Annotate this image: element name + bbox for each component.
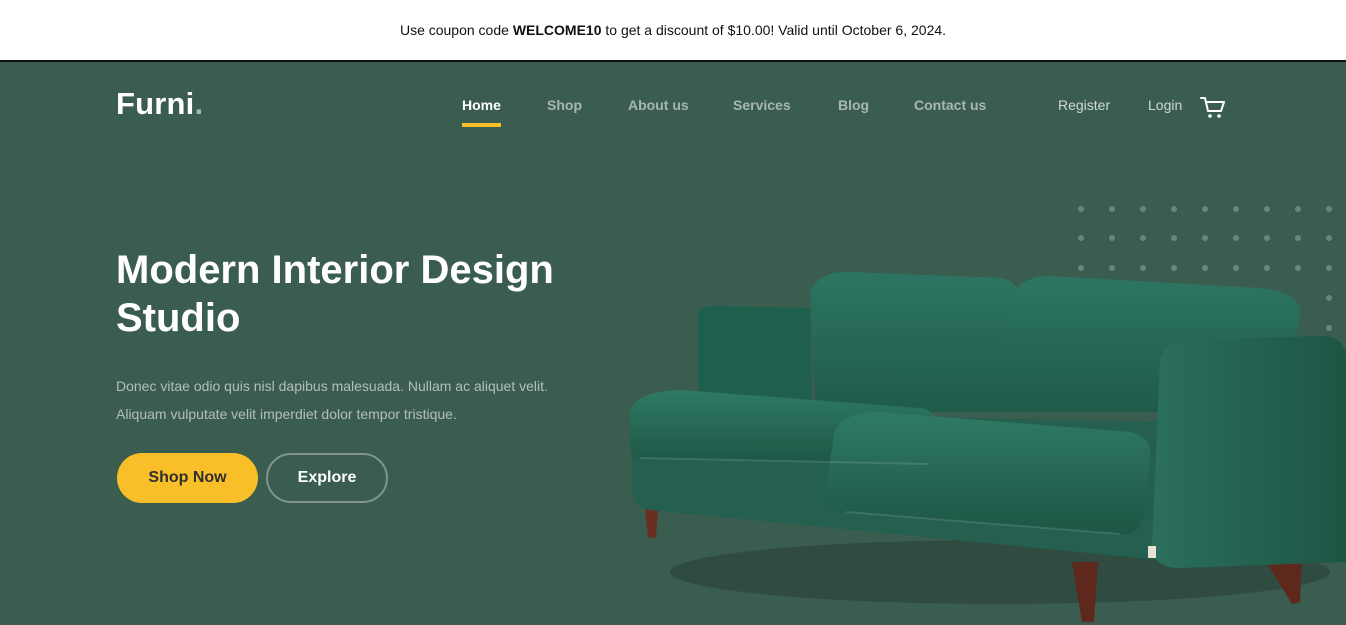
register-link[interactable]: Register — [1058, 97, 1110, 113]
page: Use coupon code WELCOME10 to get a disco… — [0, 0, 1346, 625]
announcement-bar: Use coupon code WELCOME10 to get a disco… — [0, 0, 1346, 62]
nav-item-about[interactable]: About us — [628, 97, 689, 113]
hero-title: Modern Interior Design Studio — [116, 248, 554, 340]
announcement-prefix: Use coupon code — [399, 22, 513, 38]
nav-item-contact[interactable]: Contact us — [914, 97, 986, 113]
login-link[interactable]: Login — [1148, 97, 1182, 113]
brand-name: Furni — [116, 86, 195, 121]
nav-item-services[interactable]: Services — [733, 97, 791, 113]
nav-item-blog[interactable]: Blog — [838, 97, 869, 113]
brand-logo[interactable]: Furni. — [116, 86, 203, 122]
announcement-suffix: to get a discount of $10.00! Valid until… — [601, 22, 947, 38]
nav-item-home[interactable]: Home — [462, 97, 501, 127]
hero-description: Donec vitae odio quis nisl dapibus males… — [116, 378, 548, 422]
brand-dot: . — [194, 86, 204, 121]
nav-item-shop[interactable]: Shop — [547, 97, 582, 113]
coupon-code: WELCOME10 — [512, 22, 602, 38]
cart-icon[interactable] — [1200, 96, 1226, 120]
sofa-image — [629, 271, 1346, 622]
shop-now-button[interactable]: Shop Now — [117, 453, 258, 503]
explore-button[interactable]: Explore — [266, 453, 388, 503]
